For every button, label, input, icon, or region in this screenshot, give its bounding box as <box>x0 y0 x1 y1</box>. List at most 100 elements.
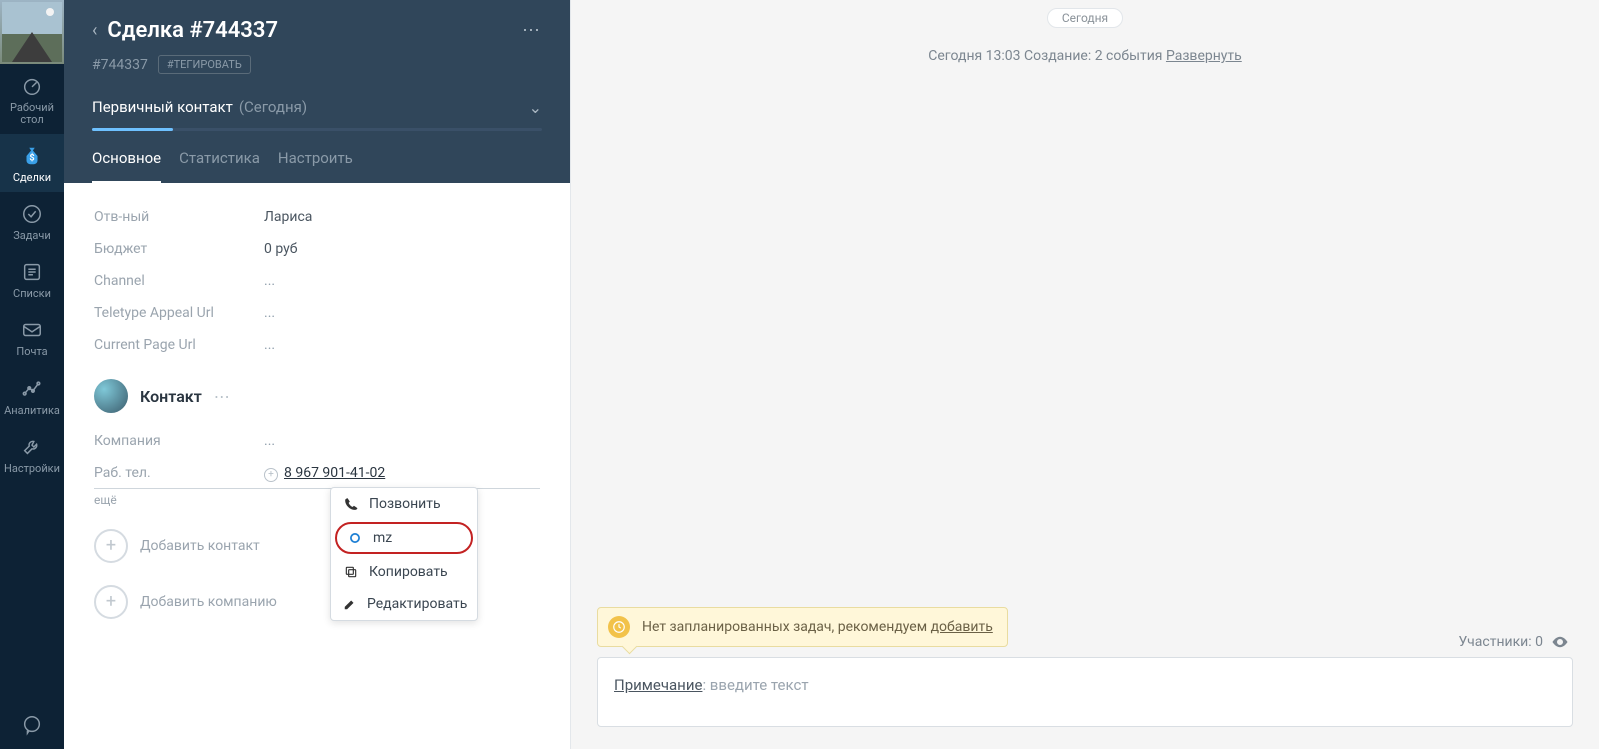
feed-expand-link[interactable]: Развернуть <box>1166 48 1242 64</box>
ctx-label: Редактировать <box>367 596 467 612</box>
ctx-call[interactable]: Позвонить <box>331 488 477 520</box>
feed-summary-text: Сегодня 13:03 Создание: 2 события <box>928 48 1166 64</box>
svg-text:$: $ <box>29 153 34 164</box>
nav-item-deals[interactable]: $ Сделки <box>0 134 64 192</box>
user-avatar[interactable] <box>0 0 64 64</box>
nav-label: Аналитика <box>4 405 60 417</box>
ctx-label: Копировать <box>369 564 448 580</box>
ctx-label: Позвонить <box>369 496 441 512</box>
contact-name: Контакт <box>140 387 202 406</box>
field-responsible[interactable]: Отв-ный Лариса <box>94 201 540 233</box>
nav-item-dashboard[interactable]: Рабочий стол <box>0 64 64 134</box>
field-label: Раб. тел. <box>94 465 264 482</box>
pipeline-stage[interactable]: Первичный контакт (Сегодня) ⌄ <box>92 98 542 131</box>
field-value: ... <box>264 305 275 321</box>
tab-main[interactable]: Основное <box>92 149 161 183</box>
back-button[interactable]: ‹ <box>92 20 97 41</box>
field-channel[interactable]: Channel ... <box>94 265 540 297</box>
eye-icon <box>1551 633 1569 651</box>
deal-title: Сделка #744337 <box>107 18 512 43</box>
note-placeholder: : введите текст <box>702 676 808 694</box>
activity-feed: Сегодня Сегодня 13:03 Создание: 2 событи… <box>571 0 1599 749</box>
pipeline-stage-name: Первичный контакт <box>92 98 233 116</box>
pipeline-progress <box>92 128 542 131</box>
ctx-edit[interactable]: Редактировать <box>331 588 477 620</box>
nav-item-mail[interactable]: Почта <box>0 308 64 366</box>
field-label: Отв-ный <box>94 209 264 225</box>
ctx-copy[interactable]: Копировать <box>331 556 477 588</box>
circle-icon <box>347 530 363 546</box>
tab-setup[interactable]: Настроить <box>278 149 353 183</box>
chat-icon <box>21 714 43 736</box>
check-circle-icon <box>20 202 44 226</box>
field-value: Лариса <box>264 209 312 225</box>
copy-icon <box>343 564 359 580</box>
feed-header: Сегодня <box>571 0 1599 28</box>
nav-label: Списки <box>13 288 51 300</box>
contact-avatar <box>94 379 128 413</box>
deal-more-button[interactable]: ⋯ <box>522 20 542 41</box>
field-label: Бюджет <box>94 241 264 257</box>
mail-icon <box>20 318 44 342</box>
participants[interactable]: Участники: 0 <box>1459 633 1569 651</box>
nav-item-tasks[interactable]: Задачи <box>0 192 64 250</box>
chevron-down-icon: ⌄ <box>529 98 542 117</box>
analytics-icon <box>20 377 44 401</box>
nav-item-settings[interactable]: Настройки <box>0 425 64 483</box>
field-value: ... <box>264 337 275 353</box>
note-label: Примечание <box>614 676 702 694</box>
phone-value[interactable]: 8 967 901-41-02 <box>284 465 385 481</box>
pipeline-stage-note: (Сегодня) <box>239 98 307 116</box>
add-phone-icon[interactable]: + <box>264 468 278 482</box>
nav-label: Почта <box>16 346 47 358</box>
phone-context-menu: Позвонить mz Копировать Редактировать <box>330 487 478 621</box>
plus-icon: + <box>94 529 128 563</box>
pencil-icon <box>343 596 357 612</box>
task-banner-text: Нет запланированных задач, рекомендуем <box>642 619 931 635</box>
field-page-url[interactable]: Current Page Url ... <box>94 329 540 361</box>
participants-label: Участники: 0 <box>1459 634 1543 650</box>
nav-chat-button[interactable] <box>0 701 64 749</box>
budget-unit: руб <box>275 241 297 257</box>
nav-label: Сделки <box>13 172 51 184</box>
money-bag-icon: $ <box>20 144 44 168</box>
ctx-label: mz <box>373 530 392 546</box>
field-label: Channel <box>94 273 264 289</box>
ctx-mz[interactable]: mz <box>335 522 473 554</box>
field-company[interactable]: Компания ... <box>94 425 540 457</box>
nav-item-lists[interactable]: Списки <box>0 250 64 308</box>
phone-icon <box>343 496 359 512</box>
deal-body: Отв-ный Лариса Бюджет 0 руб Channel ... … <box>64 183 570 749</box>
contact-header[interactable]: Контакт ⋯ <box>94 379 540 413</box>
task-add-link[interactable]: добавить <box>931 619 993 635</box>
tab-stats[interactable]: Статистика <box>179 149 260 183</box>
clock-icon <box>608 616 630 638</box>
nav-label: Задачи <box>13 230 50 242</box>
deal-panel: ‹ Сделка #744337 ⋯ #744337 #ТЕГИРОВАТЬ П… <box>64 0 570 749</box>
task-banner: Нет запланированных задач, рекомендуем д… <box>597 607 1008 647</box>
deal-header: ‹ Сделка #744337 ⋯ #744337 #ТЕГИРОВАТЬ П… <box>64 0 570 183</box>
sidebar-nav: Рабочий стол $ Сделки Задачи Списки Почт… <box>0 0 64 749</box>
note-input[interactable]: Примечание: введите текст <box>597 657 1573 727</box>
add-company-label: Добавить компанию <box>140 594 277 610</box>
field-value: ... <box>264 273 275 289</box>
field-budget[interactable]: Бюджет 0 руб <box>94 233 540 265</box>
budget-value: 0 <box>264 241 272 257</box>
field-label: Teletype Appeal Url <box>94 305 264 321</box>
contact-more-button[interactable]: ⋯ <box>214 387 232 406</box>
list-icon <box>20 260 44 284</box>
plus-icon: + <box>94 585 128 619</box>
add-contact-label: Добавить контакт <box>140 538 260 554</box>
gauge-icon <box>20 74 44 98</box>
field-value: ... <box>264 433 275 449</box>
field-phone[interactable]: Раб. тел. +8 967 901-41-02 <box>94 457 540 489</box>
field-label: Current Page Url <box>94 337 264 353</box>
day-pill: Сегодня <box>1047 8 1123 28</box>
field-teletype[interactable]: Teletype Appeal Url ... <box>94 297 540 329</box>
deal-tabs: Основное Статистика Настроить <box>92 149 542 183</box>
tag-button[interactable]: #ТЕГИРОВАТЬ <box>158 55 251 74</box>
deal-id: #744337 <box>92 57 148 73</box>
wrench-icon <box>20 435 44 459</box>
nav-label: Рабочий стол <box>2 102 62 126</box>
nav-item-analytics[interactable]: Аналитика <box>0 367 64 425</box>
